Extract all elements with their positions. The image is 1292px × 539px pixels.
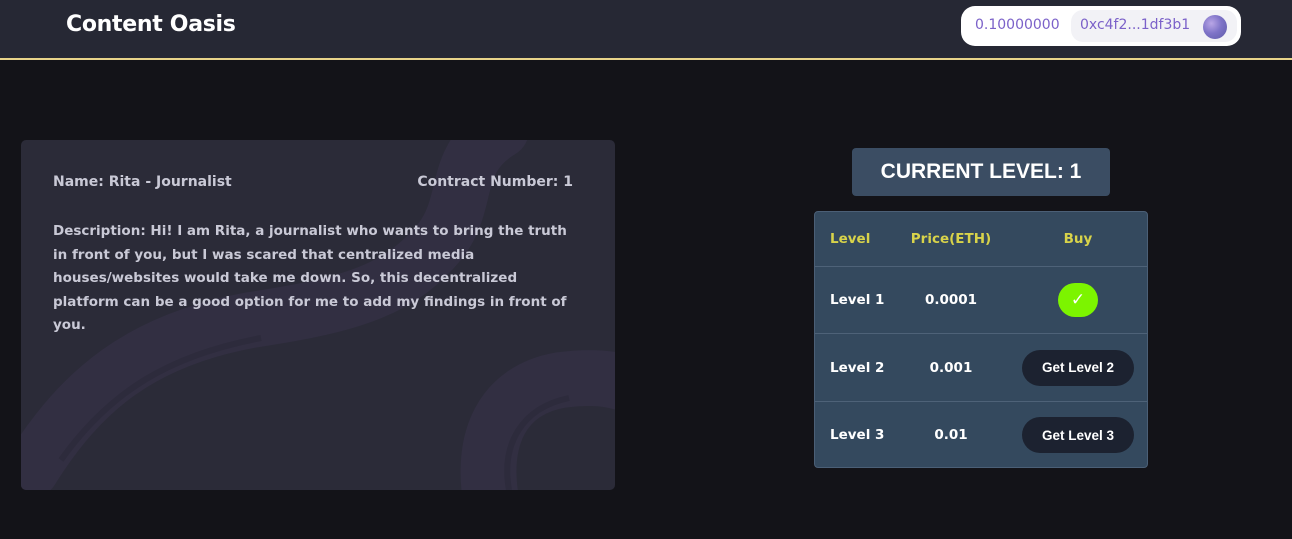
top-header: Content Oasis 0.10000000 0xc4f2...1df3b1 [0, 0, 1292, 60]
row-price: 0.01 [934, 427, 968, 443]
wallet-avatar-icon [1203, 15, 1227, 39]
wallet-widget[interactable]: 0.10000000 0xc4f2...1df3b1 [961, 6, 1241, 46]
row-price: 0.0001 [924, 292, 978, 308]
current-level-badge: CURRENT LEVEL: 1 [852, 148, 1110, 196]
profile-name: Name: Rita - Journalist [53, 174, 232, 190]
brand-title[interactable]: Content Oasis [66, 12, 236, 37]
row-price: 0.001 [929, 359, 973, 376]
get-level-2-button[interactable]: Get Level 2 [1022, 349, 1134, 386]
row-level: Level 2 [830, 359, 885, 376]
row-buy-cell: Get Level 3 [1015, 402, 1141, 468]
table-row: Level 3 0.01 Get Level 3 [815, 401, 1147, 468]
row-buy-cell: ✓ [1015, 267, 1141, 333]
row-level: Level 1 [830, 292, 885, 308]
table-header-row: Level Price(ETH) Buy [815, 212, 1147, 266]
row-buy-cell: Get Level 2 [1015, 334, 1141, 401]
contract-number: Contract Number: 1 [417, 174, 573, 190]
header-buy: Buy [1063, 231, 1093, 247]
wallet-address: 0xc4f2...1df3b1 [1080, 17, 1191, 33]
levels-table: Level Price(ETH) Buy Level 1 0.0001 ✓ Le… [814, 211, 1148, 468]
header-price: Price(ETH) [910, 231, 992, 247]
table-row: Level 2 0.001 Get Level 2 [815, 333, 1147, 401]
wallet-address-pill[interactable]: 0xc4f2...1df3b1 [1071, 10, 1237, 42]
owned-check-icon: ✓ [1058, 283, 1098, 317]
profile-description: Description: Hi! I am Rita, a journalist… [53, 223, 567, 333]
wallet-balance: 0.10000000 [975, 17, 1060, 33]
row-level: Level 3 [830, 427, 885, 443]
get-level-3-button[interactable]: Get Level 3 [1022, 417, 1134, 453]
profile-card: Name: Rita - Journalist Contract Number:… [21, 140, 615, 490]
table-row: Level 1 0.0001 ✓ [815, 266, 1147, 333]
header-level: Level [830, 231, 871, 247]
